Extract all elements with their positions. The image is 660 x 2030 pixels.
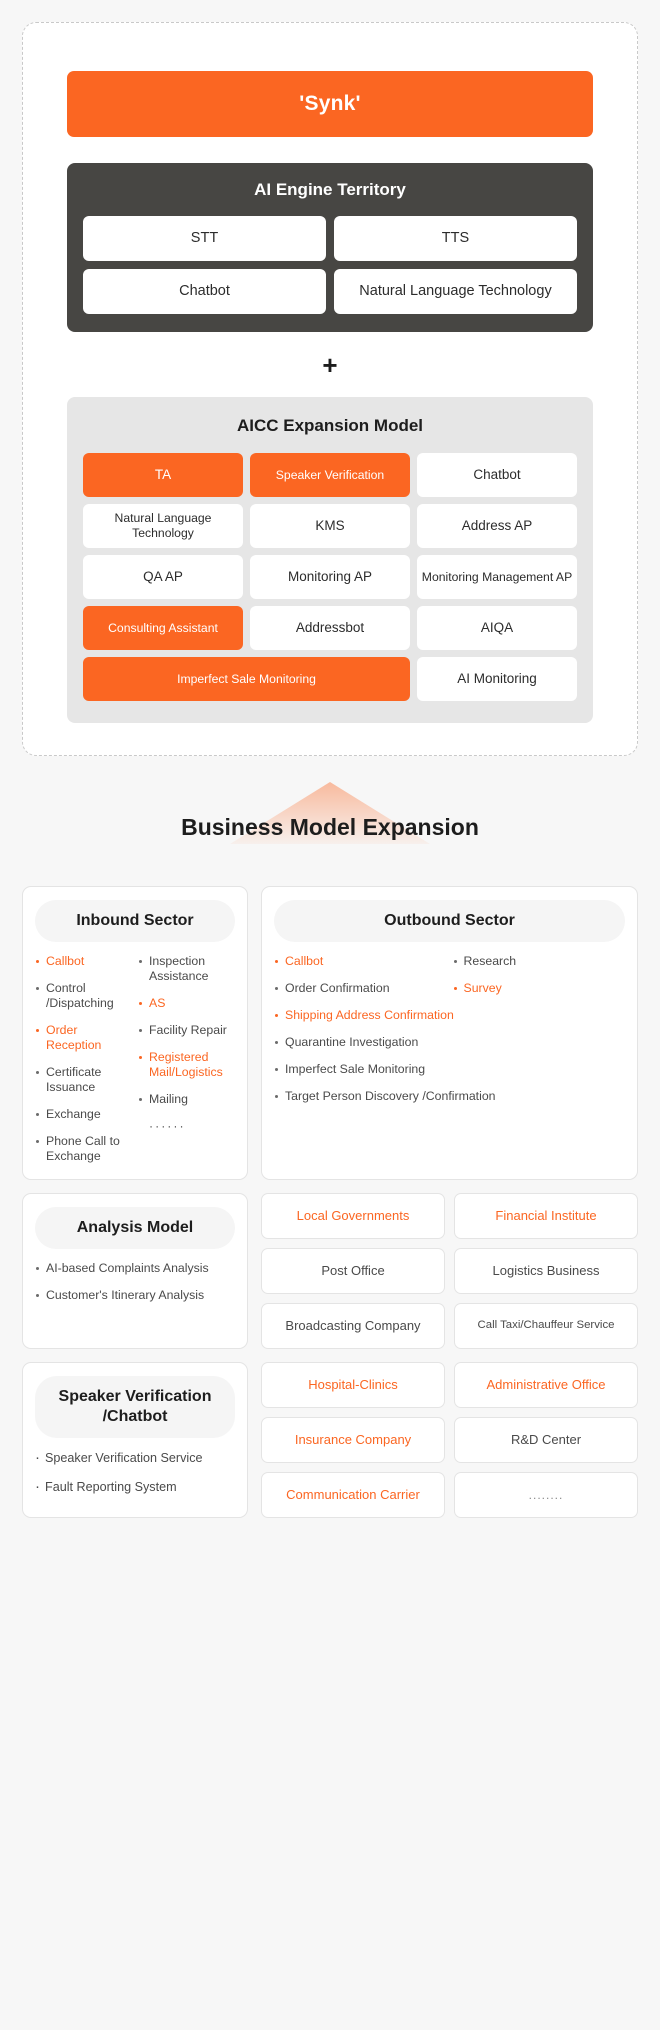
list-item: Inspection Assistance [138,954,235,984]
industry-tag[interactable]: Financial Institute [454,1193,638,1239]
aicc-cell[interactable]: Speaker Verification [250,453,410,497]
list-item: Exchange [35,1107,132,1122]
industry-tag[interactable]: Call Taxi/Chauffeur Service [454,1303,638,1349]
outbound-lists-top: Callbot Order Confirmation Research Survey [274,954,625,996]
list-item: Fault Reporting System [35,1477,235,1497]
aicc-cell[interactable]: AIQA [417,606,577,650]
speaker-verification-list: Speaker Verification Service Fault Report… [35,1448,235,1497]
industry-tag[interactable]: Local Governments [261,1193,445,1239]
list-item: Customer's Itinerary Analysis [35,1288,235,1303]
outbound-list-right: Research Survey [453,954,626,996]
aicc-expansion-title: AICC Expansion Model [236,416,424,435]
list-item: Shipping Address Confirmation [274,1008,625,1023]
list-item: Survey [453,981,626,996]
list-item: Registered Mail/Logistics [138,1050,235,1080]
aicc-expansion-panel: AICC Expansion Model TA Speaker Verificat… [67,397,593,723]
inbound-list-left: Callbot Control /Dispatching Order Recepti… [35,954,132,1164]
ai-engine-cell[interactable]: STT [83,216,326,261]
aicc-cell[interactable]: AI Monitoring [417,657,577,701]
list-item: Callbot [274,954,447,969]
list-item: Control /Dispatching [35,981,132,1011]
industry-tag[interactable]: Communication Carrier [261,1472,445,1518]
aicc-cell[interactable]: TA [83,453,243,497]
outbound-list-left: Callbot Order Confirmation [274,954,447,996]
outbound-sector-title: Outbound Sector [274,900,625,942]
business-model-expansion-title: Business Model Expansion [181,814,479,840]
list-item: Speaker Verification Service [35,1448,235,1468]
ai-engine-territory-title: AI Engine Territory [254,180,406,199]
aicc-cell[interactable]: QA AP [83,555,243,599]
sector-row: Inbound Sector Callbot Control /Dispatchi… [22,886,638,1180]
aicc-cell[interactable]: Address AP [417,504,577,548]
list-item: Callbot [35,954,132,969]
industry-tag[interactable]: Post Office [261,1248,445,1294]
speaker-row: Speaker Verification /Chatbot Speaker Ve… [22,1362,638,1518]
industry-tag[interactable]: ........ [454,1472,638,1518]
ai-engine-grid: STT TTS Chatbot Natural Language Technology [83,216,577,314]
ai-engine-territory-panel: AI Engine Territory STT TTS Chatbot Natural… [67,163,593,332]
list-item: AS [138,996,235,1011]
aicc-cell[interactable]: Addressbot [250,606,410,650]
list-item: Mailing [138,1092,235,1107]
list-item: Imperfect Sale Monitoring [274,1062,625,1077]
aicc-cell[interactable]: Chatbot [417,453,577,497]
aicc-cell[interactable]: KMS [250,504,410,548]
industry-tag[interactable]: Administrative Office [454,1362,638,1408]
aicc-cell[interactable]: Monitoring AP [250,555,410,599]
analysis-model-panel: Analysis Model AI-based Complaints Analy… [22,1193,248,1349]
industry-tag[interactable]: Hospital-Clinics [261,1362,445,1408]
analysis-model-list: AI-based Complaints Analysis Customer's I… [35,1261,235,1303]
inbound-sector-title: Inbound Sector [35,900,235,942]
industry-tag-grid-bottom: Hospital-Clinics Administrative Office Ins… [261,1362,638,1518]
analysis-row: Analysis Model AI-based Complaints Analy… [22,1193,638,1349]
inbound-list-right: Inspection Assistance AS Facility Repair Re… [138,954,235,1164]
industry-tag[interactable]: Insurance Company [261,1417,445,1463]
list-item: AI-based Complaints Analysis [35,1261,235,1276]
synk-banner: 'Synk' [67,71,593,137]
industry-tag[interactable]: R&D Center [454,1417,638,1463]
list-item: Phone Call to Exchange [35,1134,132,1164]
list-item: Order Reception [35,1023,132,1053]
outbound-list-full: Shipping Address Confirmation Quarantine … [274,1008,625,1104]
ai-engine-cell[interactable]: TTS [334,216,577,261]
aicc-cell[interactable]: Natural Language Technology [83,504,243,548]
plus-icon: + [322,350,338,380]
list-item: Quarantine Investigation [274,1035,625,1050]
inbound-lists: Callbot Control /Dispatching Order Recepti… [35,954,235,1164]
list-item: Certificate Issuance [35,1065,132,1095]
ai-engine-cell[interactable]: Chatbot [83,269,326,314]
outbound-sector-panel: Outbound Sector Callbot Order Confirmatio… [261,886,638,1180]
analysis-model-title: Analysis Model [35,1207,235,1249]
business-sectors: Inbound Sector Callbot Control /Dispatchi… [0,886,660,1557]
business-model-expansion-header: Business Model Expansion [0,782,660,858]
aicc-cell[interactable]: Consulting Assistant [83,606,243,650]
inbound-sector-panel: Inbound Sector Callbot Control /Dispatchi… [22,886,248,1180]
list-item: Facility Repair [138,1023,235,1038]
architecture-container: 'Synk' AI Engine Territory STT TTS Chatbot… [22,22,638,756]
ai-engine-cell[interactable]: Natural Language Technology [334,269,577,314]
aicc-cell[interactable]: Imperfect Sale Monitoring [83,657,410,701]
aicc-cell[interactable]: Monitoring Management AP [417,555,577,599]
architecture-card: 'Synk' AI Engine Territory STT TTS Chatbot… [41,41,619,737]
aicc-grid: TA Speaker Verification Chatbot Natural Lan… [83,453,577,701]
speaker-verification-title: Speaker Verification /Chatbot [35,1376,235,1438]
list-item: Research [453,954,626,969]
list-item: Target Person Discovery /Confirmation [274,1089,625,1104]
list-item: ······ [149,1119,186,1133]
list-item: Order Confirmation [274,981,447,996]
industry-tag-grid-top: Local Governments Financial Institute Post… [261,1193,638,1349]
industry-tag[interactable]: Logistics Business [454,1248,638,1294]
industry-tag[interactable]: Broadcasting Company [261,1303,445,1349]
speaker-verification-panel: Speaker Verification /Chatbot Speaker Ve… [22,1362,248,1518]
